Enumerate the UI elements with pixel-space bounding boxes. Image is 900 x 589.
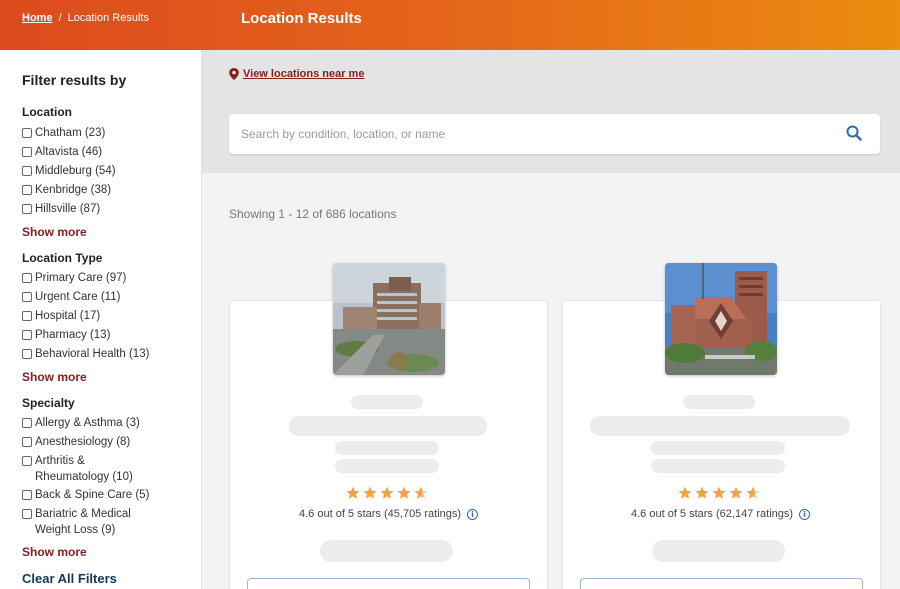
show-more-location[interactable]: Show more xyxy=(22,225,87,239)
show-more-location-type[interactable]: Show more xyxy=(22,370,87,384)
filter-option-arthritis-rheumatology[interactable]: Arthritis & Rheumatology (10) xyxy=(22,453,152,485)
skeleton-line xyxy=(652,540,785,562)
filter-option-middleburg[interactable]: Middleburg (54) xyxy=(22,163,116,179)
info-icon[interactable]: i xyxy=(467,508,479,520)
filter-option-label: Altavista (46) xyxy=(35,146,103,158)
info-icon[interactable]: i xyxy=(799,508,811,520)
filter-option-allergy-asthma[interactable]: Allergy & Asthma (3) xyxy=(22,415,140,431)
filter-option-label: Behavioral Health (13) xyxy=(35,348,150,360)
filter-option-kenbridge[interactable]: Kenbridge (38) xyxy=(22,182,111,198)
filter-option-label: Arthritis & Rheumatology (10) xyxy=(35,455,133,483)
filter-option-label: Back & Spine Care (5) xyxy=(35,489,150,501)
clear-all-filters-link[interactable]: Clear All Filters xyxy=(22,571,117,586)
filter-option-label: Middleburg (54) xyxy=(35,165,116,177)
checkbox[interactable] xyxy=(22,311,32,321)
star-icon xyxy=(746,486,760,499)
filter-option-label: Allergy & Asthma (3) xyxy=(35,417,140,429)
filter-title: Filter results by xyxy=(22,72,127,88)
card-action-button[interactable] xyxy=(247,578,530,589)
skeleton-line xyxy=(335,459,439,473)
filter-option-urgent-care[interactable]: Urgent Care (11) xyxy=(22,289,120,305)
filter-option-hospital[interactable]: Hospital (17) xyxy=(22,308,100,324)
checkbox[interactable] xyxy=(22,418,32,428)
checkbox[interactable] xyxy=(22,509,32,519)
filter-option-label: Chatham (23) xyxy=(35,127,106,139)
star-rating xyxy=(678,486,760,500)
checkbox[interactable] xyxy=(22,147,32,157)
checkbox[interactable] xyxy=(22,349,32,359)
page-title: Location Results xyxy=(241,10,362,27)
filter-option-anesthesiology[interactable]: Anesthesiology (8) xyxy=(22,434,130,450)
filter-option-altavista[interactable]: Altavista (46) xyxy=(22,144,102,160)
checkbox[interactable] xyxy=(22,166,32,176)
filter-group-title-specialty: Specialty xyxy=(22,396,75,410)
skeleton-line xyxy=(590,416,850,436)
skeleton-line xyxy=(335,441,439,455)
filter-option-pharmacy[interactable]: Pharmacy (13) xyxy=(22,327,110,343)
star-icon xyxy=(729,486,743,499)
star-icon xyxy=(712,486,726,499)
breadcrumb-separator: / xyxy=(58,12,62,24)
checkbox[interactable] xyxy=(22,273,32,283)
filter-option-primary-care[interactable]: Primary Care (97) xyxy=(22,270,126,286)
view-near-me-link[interactable]: View locations near me xyxy=(229,68,364,80)
map-pin-icon xyxy=(229,68,239,80)
filter-option-chatham[interactable]: Chatham (23) xyxy=(22,125,105,141)
star-icon xyxy=(346,486,360,499)
checkbox[interactable] xyxy=(22,128,32,138)
star-icon xyxy=(695,486,709,499)
star-icon xyxy=(380,486,394,499)
filter-option-label: Anesthesiology (8) xyxy=(35,436,131,448)
search-button[interactable] xyxy=(846,125,862,146)
results-count: Showing 1 - 12 of 686 locations xyxy=(229,207,397,221)
filter-option-label: Kenbridge (38) xyxy=(35,184,112,196)
location-photo xyxy=(665,263,777,375)
rating-summary: 4.6 out of 5 stars (62,147 ratings) i xyxy=(631,508,811,520)
search-box xyxy=(229,114,880,154)
search-input[interactable] xyxy=(241,124,821,144)
checkbox[interactable] xyxy=(22,456,32,466)
skeleton-line xyxy=(320,540,453,562)
filter-option-behavioral-health[interactable]: Behavioral Health (13) xyxy=(22,346,149,362)
filter-option-label: Hospital (17) xyxy=(35,310,101,322)
checkbox[interactable] xyxy=(22,330,32,340)
star-icon xyxy=(678,486,692,499)
skeleton-line xyxy=(683,395,755,409)
checkbox[interactable] xyxy=(22,437,32,447)
show-more-specialty[interactable]: Show more xyxy=(22,545,87,559)
filter-option-label: Urgent Care (11) xyxy=(35,291,121,303)
breadcrumb: Home / Location Results xyxy=(22,12,149,24)
filter-option-label: Primary Care (97) xyxy=(35,272,127,284)
location-photo xyxy=(333,263,445,375)
skeleton-line xyxy=(651,459,785,473)
skeleton-line xyxy=(351,395,423,409)
rating-text: 4.6 out of 5 stars (45,705 ratings) xyxy=(299,508,462,520)
filter-option-back-spine[interactable]: Back & Spine Care (5) xyxy=(22,487,149,503)
star-icon xyxy=(363,486,377,499)
rating-text: 4.6 out of 5 stars (62,147 ratings) xyxy=(631,508,794,520)
card-action-button[interactable] xyxy=(580,578,863,589)
filter-option-label: Pharmacy (13) xyxy=(35,329,111,341)
filter-option-label: Bariatric & Medical Weight Loss (9) xyxy=(35,508,131,536)
star-icon xyxy=(414,486,428,499)
checkbox[interactable] xyxy=(22,490,32,500)
breadcrumb-home-link[interactable]: Home xyxy=(22,12,53,24)
breadcrumb-current: Location Results xyxy=(67,12,149,24)
star-icon xyxy=(397,486,411,499)
checkbox[interactable] xyxy=(22,292,32,302)
filter-option-hillsville[interactable]: Hillsville (87) xyxy=(22,201,100,217)
checkbox[interactable] xyxy=(22,185,32,195)
filter-group-title-location: Location xyxy=(22,105,72,119)
header-bar: Home / Location Results Location Results xyxy=(0,0,900,50)
filter-option-bariatric[interactable]: Bariatric & Medical Weight Loss (9) xyxy=(22,506,152,538)
rating-summary: 4.6 out of 5 stars (45,705 ratings) i xyxy=(299,508,479,520)
skeleton-line xyxy=(289,416,487,436)
star-rating xyxy=(346,486,428,500)
checkbox[interactable] xyxy=(22,204,32,214)
search-icon xyxy=(846,125,862,141)
view-near-me-label: View locations near me xyxy=(243,68,365,80)
filter-option-label: Hillsville (87) xyxy=(35,203,101,215)
skeleton-line xyxy=(651,441,785,455)
filter-group-title-location-type: Location Type xyxy=(22,251,103,265)
